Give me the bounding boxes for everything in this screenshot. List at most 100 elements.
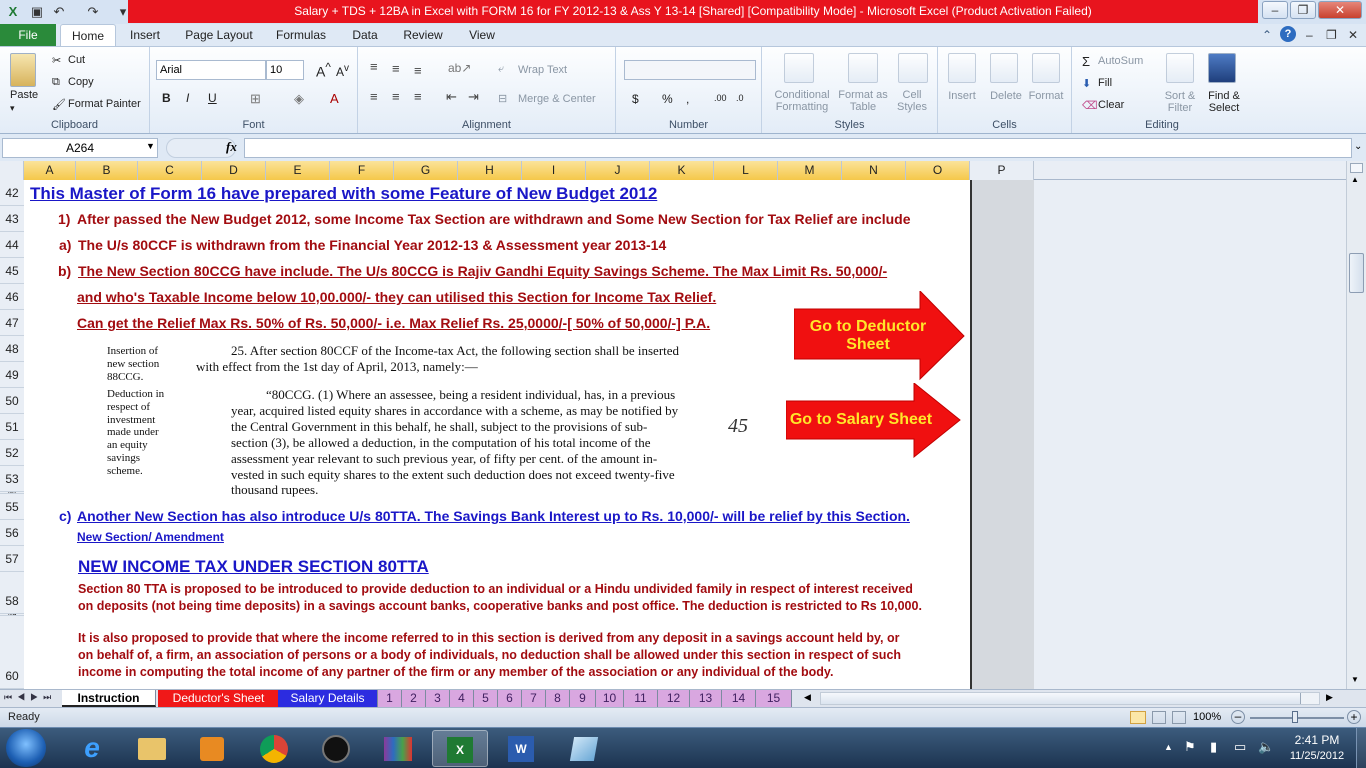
excel-taskbar-icon[interactable]: X — [447, 737, 473, 763]
worksheet[interactable]: ABCDEFGHIJKLMNOP 42 43 44 45 46 47 48 49 50 51 52 5… — [0, 161, 1366, 689]
column-header-n[interactable]: N — [842, 161, 906, 180]
column-header-l[interactable]: L — [714, 161, 778, 180]
start-button-icon[interactable] — [6, 729, 46, 767]
row-header-42[interactable]: 42 — [0, 180, 24, 206]
internet-explorer-icon[interactable]: e — [64, 730, 120, 767]
sheet-tab-11[interactable]: 11 — [624, 690, 658, 707]
column-header-j[interactable]: J — [586, 161, 650, 180]
sheet-tab-9[interactable]: 9 — [570, 690, 596, 707]
row-header-55[interactable]: 55 — [0, 494, 24, 520]
format-cells-icon[interactable] — [1032, 53, 1060, 83]
format-painter-button[interactable]: Format Painter — [68, 98, 141, 110]
format-painter-icon[interactable]: 🖌 — [52, 98, 66, 111]
column-header-b[interactable]: B — [76, 161, 138, 180]
zoom-slider-thumb[interactable] — [1292, 711, 1298, 723]
restore-button[interactable]: ❐ — [1290, 1, 1316, 19]
decrease-decimal-icon[interactable]: .0 — [736, 93, 744, 103]
row-header-56[interactable]: 56 — [0, 520, 24, 546]
font-size-select[interactable]: 10 — [266, 60, 304, 80]
clear-button[interactable]: Clear — [1098, 99, 1124, 111]
italic-button[interactable]: I — [186, 91, 189, 105]
insert-function-button[interactable]: fx — [226, 139, 237, 155]
fill-icon[interactable]: ⬇ — [1082, 77, 1091, 90]
sheet-tab-7[interactable]: 7 — [522, 690, 546, 707]
redo-icon[interactable]: ↷ — [84, 3, 102, 20]
go-to-deductor-sheet-button[interactable]: Go to Deductor Sheet — [800, 318, 936, 354]
media-app-icon[interactable] — [322, 735, 350, 763]
grow-font-icon[interactable]: A^ — [316, 61, 331, 80]
format-as-table-icon[interactable] — [848, 53, 878, 83]
insert-button[interactable]: Insert — [944, 90, 980, 102]
column-header-i[interactable]: I — [522, 161, 586, 180]
horizontal-scroll-thumb[interactable] — [821, 693, 1301, 704]
comma-button[interactable]: , — [686, 92, 689, 106]
scroll-up-icon[interactable]: ▲ — [1351, 175, 1359, 184]
split-handle-icon[interactable] — [1350, 163, 1363, 173]
sheet-tab-4[interactable]: 4 — [450, 690, 474, 707]
format-as-table-button[interactable]: Format as Table — [838, 89, 888, 113]
borders-icon[interactable]: ⊞ — [250, 91, 261, 107]
help-icon[interactable]: ? — [1280, 26, 1296, 42]
merge-icon[interactable]: ⊟ — [498, 92, 507, 105]
align-top-icon[interactable]: ≡ — [370, 59, 378, 74]
underline-button[interactable]: U — [208, 91, 217, 105]
page-layout-view-icon[interactable] — [1152, 711, 1166, 724]
row-header-52[interactable]: 52 — [0, 440, 24, 466]
row-header-49[interactable]: 49 — [0, 362, 24, 388]
show-desktop-button[interactable] — [1356, 728, 1366, 768]
clock-date[interactable]: 11/25/2012 — [1284, 750, 1350, 762]
copy-icon[interactable]: ⧉ — [52, 76, 60, 89]
row-header-58[interactable]: 58 — [0, 572, 24, 614]
network-icon[interactable]: ▮ — [1210, 739, 1217, 755]
decrease-indent-icon[interactable]: ⇤ — [446, 89, 457, 105]
align-middle-icon[interactable]: ≡ — [392, 61, 400, 76]
number-format-select[interactable] — [624, 60, 756, 80]
chrome-icon[interactable] — [260, 735, 288, 763]
cell-styles-button[interactable]: Cell Styles — [892, 89, 932, 113]
column-header-c[interactable]: C — [138, 161, 202, 180]
row-header-45[interactable]: 45 — [0, 258, 24, 284]
increase-indent-icon[interactable]: ⇥ — [468, 89, 479, 105]
workbook-restore-icon[interactable]: ❐ — [1326, 28, 1337, 42]
row-header-57[interactable]: 57 — [0, 546, 24, 572]
find-select-icon[interactable] — [1208, 53, 1236, 83]
column-header-m[interactable]: M — [778, 161, 842, 180]
hscroll-left-icon[interactable]: ◀ — [804, 692, 811, 703]
find-select-button[interactable]: Find & Select — [1202, 90, 1246, 114]
vertical-scroll-thumb[interactable] — [1349, 253, 1364, 293]
normal-view-icon[interactable] — [1130, 711, 1146, 724]
sheet-tab-15[interactable]: 15 — [756, 690, 792, 707]
tray-expand-icon[interactable]: ▲ — [1164, 742, 1173, 752]
sheet-nav-icons[interactable]: ⏮◀▶⏭ — [4, 692, 56, 703]
align-left-icon[interactable]: ≡ — [370, 89, 378, 104]
select-all-button[interactable] — [0, 161, 24, 180]
scroll-down-icon[interactable]: ▼ — [1351, 675, 1359, 684]
name-box[interactable]: A264 — [2, 138, 158, 158]
tab-data[interactable]: Data — [344, 24, 386, 47]
row-header-44[interactable]: 44 — [0, 232, 24, 258]
row-header-48[interactable]: 48 — [0, 336, 24, 362]
column-header-e[interactable]: E — [266, 161, 330, 180]
sheet-tab-14[interactable]: 14 — [722, 690, 756, 707]
minimize-button[interactable]: – — [1262, 1, 1288, 19]
tab-review[interactable]: Review — [398, 24, 448, 47]
page-break-view-icon[interactable] — [1172, 711, 1186, 724]
font-color-icon[interactable]: A — [330, 91, 339, 106]
workbook-close-icon[interactable]: ✕ — [1348, 28, 1358, 42]
insert-cells-icon[interactable] — [948, 53, 976, 83]
percent-button[interactable]: % — [662, 92, 673, 106]
action-center-icon[interactable]: ⚑ — [1184, 739, 1196, 755]
row-header-50[interactable]: 50 — [0, 388, 24, 414]
sheet-tab-2[interactable]: 2 — [402, 690, 426, 707]
clear-icon[interactable]: ⌫ — [1082, 99, 1098, 112]
row-header-43[interactable]: 43 — [0, 206, 24, 232]
go-to-salary-sheet-button[interactable]: Go to Salary Sheet — [786, 411, 936, 429]
cut-button[interactable]: Cut — [68, 54, 85, 66]
currency-button[interactable]: $ — [632, 92, 639, 106]
autosum-button[interactable]: AutoSum — [1098, 55, 1143, 67]
sheet-tab-1[interactable]: 1 — [378, 690, 402, 707]
zoom-in-icon[interactable]: + — [1347, 710, 1361, 724]
sheet-tab-8[interactable]: 8 — [546, 690, 570, 707]
autosum-icon[interactable]: Σ — [1082, 54, 1090, 69]
increase-decimal-icon[interactable]: .00 — [714, 93, 727, 103]
